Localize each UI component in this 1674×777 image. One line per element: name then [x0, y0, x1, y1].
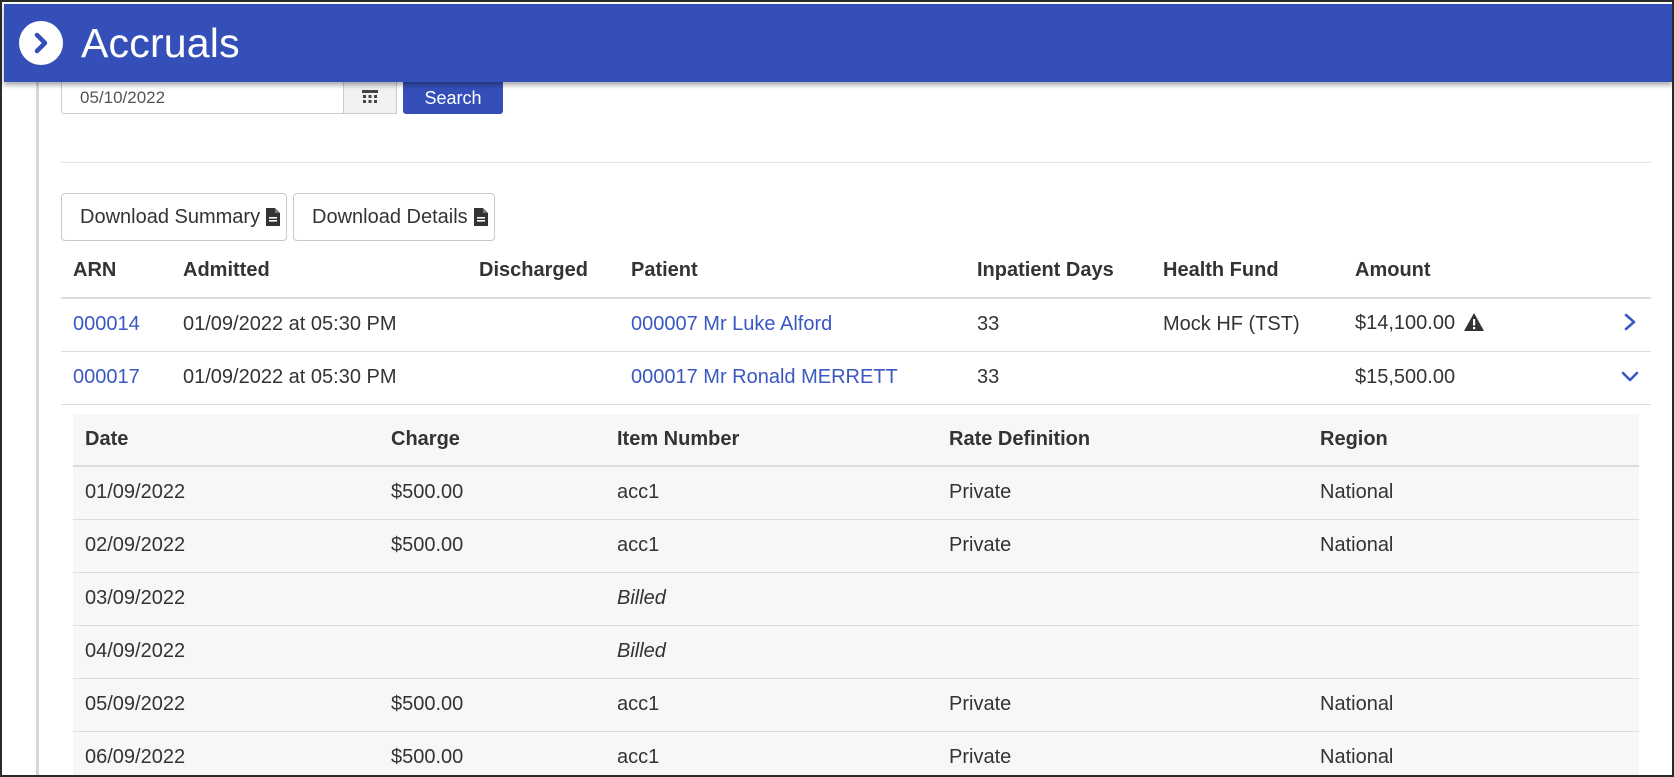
health-fund-cell: Mock HF (TST): [1151, 298, 1343, 352]
item-number-cell: acc1: [605, 519, 937, 573]
file-document-icon: [473, 208, 488, 226]
search-button[interactable]: Search: [403, 82, 503, 114]
item-number-cell: acc1: [605, 466, 937, 520]
billed-status: Billed: [605, 572, 937, 626]
amount-cell: $14,100.00: [1343, 298, 1511, 352]
accrual-details-table: Date Charge Item Number Rate Definition …: [73, 414, 1639, 775]
admitted-cell: 01/09/2022 at 05:30 PM: [171, 298, 467, 352]
date-cell: 05/09/2022: [73, 678, 379, 732]
inpatient-days-cell: 33: [965, 298, 1151, 352]
rate-definition-cell: Private: [937, 731, 1308, 775]
patient-link[interactable]: 000007 Mr Luke Alford: [631, 313, 832, 335]
file-document-icon: [266, 208, 281, 226]
details-header-row: Date Charge Item Number Rate Definition …: [73, 414, 1639, 467]
details-row: 05/09/2022 $500.00 acc1 Private National: [73, 678, 1639, 732]
calendar-button[interactable]: [343, 82, 397, 114]
charge-cell: $500.00: [379, 678, 605, 732]
details-row: 01/09/2022 $500.00 acc1 Private National: [73, 466, 1639, 520]
arn-link[interactable]: 000014: [73, 313, 140, 335]
download-summary-label: Download Summary: [80, 205, 261, 228]
item-number-cell: acc1: [605, 731, 937, 775]
column-header-admitted[interactable]: Admitted: [171, 243, 467, 299]
column-header-amount[interactable]: Amount: [1343, 243, 1511, 299]
search-form: 05/10/2022 Search: [61, 82, 503, 114]
rate-definition-cell: Private: [937, 678, 1308, 732]
column-header-discharged[interactable]: Discharged: [467, 243, 619, 299]
date-field[interactable]: 05/10/2022: [61, 82, 343, 114]
calendar-icon: [362, 90, 378, 103]
discharged-cell: [467, 351, 619, 405]
details-row: 03/09/2022 Billed: [73, 572, 1639, 626]
column-header-region[interactable]: Region: [1308, 414, 1639, 467]
charge-cell: $500.00: [379, 466, 605, 520]
rate-definition-cell: Private: [937, 466, 1308, 520]
column-header-patient[interactable]: Patient: [619, 243, 965, 299]
details-row: 06/09/2022 $500.00 acc1 Private National: [73, 731, 1639, 775]
page-title: Accruals: [81, 19, 240, 66]
download-details-label: Download Details: [312, 205, 468, 228]
column-header-arn[interactable]: ARN: [61, 243, 171, 299]
rate-definition-cell: [937, 625, 1308, 679]
region-cell: National: [1308, 466, 1639, 520]
charge-cell: $500.00: [379, 519, 605, 573]
page-header: Accruals: [4, 4, 1672, 82]
collapse-row-button[interactable]: [1511, 351, 1651, 405]
date-cell: 02/09/2022: [73, 519, 379, 573]
region-cell: National: [1308, 731, 1639, 775]
column-header-rate-definition[interactable]: Rate Definition: [937, 414, 1308, 467]
app-frame: Accruals 05/10/2022 Search Download Summ…: [0, 0, 1674, 777]
charge-cell: [379, 625, 605, 679]
column-header-health-fund[interactable]: Health Fund: [1151, 243, 1343, 299]
date-cell: 06/09/2022: [73, 731, 379, 775]
item-number-cell: acc1: [605, 678, 937, 732]
chevron-right-icon: [34, 32, 48, 54]
rate-definition-cell: Private: [937, 519, 1308, 573]
region-cell: [1308, 572, 1639, 626]
table-header-row: ARN Admitted Discharged Patient Inpatien…: [61, 243, 1651, 299]
charge-cell: $500.00: [379, 731, 605, 775]
chevron-down-icon: [1621, 371, 1639, 382]
arn-link[interactable]: 000017: [73, 366, 140, 388]
date-cell: 04/09/2022: [73, 625, 379, 679]
health-fund-cell: [1151, 351, 1343, 405]
patient-link[interactable]: 000017 Mr Ronald MERRETT: [631, 366, 898, 388]
admitted-cell: 01/09/2022 at 05:30 PM: [171, 351, 467, 405]
column-header-charge[interactable]: Charge: [379, 414, 605, 467]
region-cell: National: [1308, 678, 1639, 732]
amount-cell: $15,500.00: [1343, 351, 1511, 405]
download-summary-button[interactable]: Download Summary: [61, 193, 287, 241]
region-cell: [1308, 625, 1639, 679]
chevron-right-icon: [1624, 313, 1636, 331]
warning-triangle-icon: [1463, 312, 1485, 338]
column-header-date[interactable]: Date: [73, 414, 379, 467]
accruals-table: ARN Admitted Discharged Patient Inpatien…: [61, 243, 1651, 405]
billed-status: Billed: [605, 625, 937, 679]
rate-definition-cell: [937, 572, 1308, 626]
expand-row-button[interactable]: [1511, 298, 1651, 352]
divider: [61, 162, 1651, 163]
column-header-inpatient-days[interactable]: Inpatient Days: [965, 243, 1151, 299]
table-row: 000017 01/09/2022 at 05:30 PM 000017 Mr …: [61, 351, 1651, 405]
details-row: 02/09/2022 $500.00 acc1 Private National: [73, 519, 1639, 573]
charge-cell: [379, 572, 605, 626]
table-row: 000014 01/09/2022 at 05:30 PM 000007 Mr …: [61, 298, 1651, 352]
amount-value: $14,100.00: [1355, 311, 1456, 334]
region-cell: National: [1308, 519, 1639, 573]
discharged-cell: [467, 298, 619, 352]
date-cell: 03/09/2022: [73, 572, 379, 626]
details-row: 04/09/2022 Billed: [73, 625, 1639, 679]
accrual-details-panel: Date Charge Item Number Rate Definition …: [73, 414, 1639, 775]
date-cell: 01/09/2022: [73, 466, 379, 520]
column-header-item-number[interactable]: Item Number: [605, 414, 937, 467]
back-button[interactable]: [19, 21, 63, 65]
download-details-button[interactable]: Download Details: [293, 193, 495, 241]
column-header-actions: [1511, 243, 1651, 299]
main-content: 05/10/2022 Search Download Summary Downl…: [36, 82, 1656, 775]
inpatient-days-cell: 33: [965, 351, 1151, 405]
